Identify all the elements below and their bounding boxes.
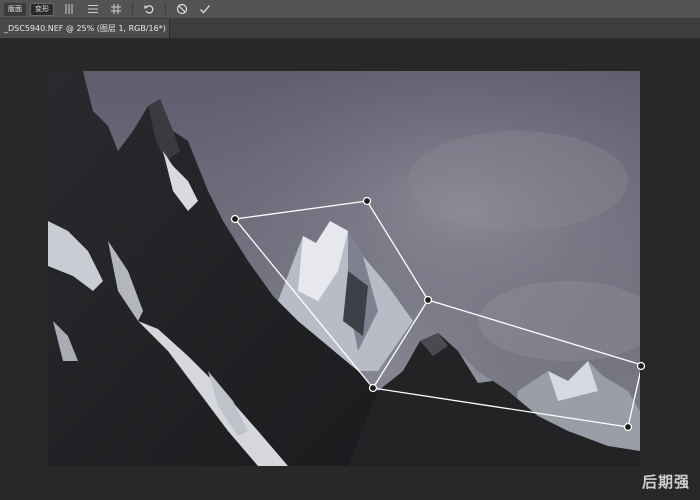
vertical-grid-icon[interactable]	[63, 2, 77, 16]
warp-handle	[623, 422, 633, 432]
warp-handle	[362, 196, 372, 206]
warp-handle	[423, 295, 433, 305]
warp-grid-overlay[interactable]	[48, 71, 640, 466]
undo-icon[interactable]	[142, 2, 156, 16]
document-tab-bar: _DSC5940.NEF @ 25% (图层 1, RGB/16*) *	[0, 19, 700, 52]
document-image[interactable]	[48, 71, 640, 466]
warp-handle	[368, 383, 378, 393]
cancel-icon[interactable]	[175, 2, 189, 16]
toolbar-separator	[132, 3, 133, 15]
warp-handle	[230, 214, 240, 224]
layout-mode-button[interactable]: 版面	[4, 2, 26, 16]
document-tab[interactable]: _DSC5940.NEF @ 25% (图层 1, RGB/16*) *	[0, 19, 170, 52]
canvas-workspace[interactable]: 后期强	[0, 39, 700, 500]
commit-check-icon[interactable]	[198, 2, 212, 16]
warp-mode-button[interactable]: 变形	[30, 2, 54, 16]
watermark-logo: 后期强	[641, 473, 690, 491]
hash-grid-icon[interactable]	[109, 2, 123, 16]
options-toolbar: 版面 变形	[0, 0, 700, 19]
horizontal-grid-icon[interactable]	[86, 2, 100, 16]
toolbar-separator	[165, 3, 166, 15]
